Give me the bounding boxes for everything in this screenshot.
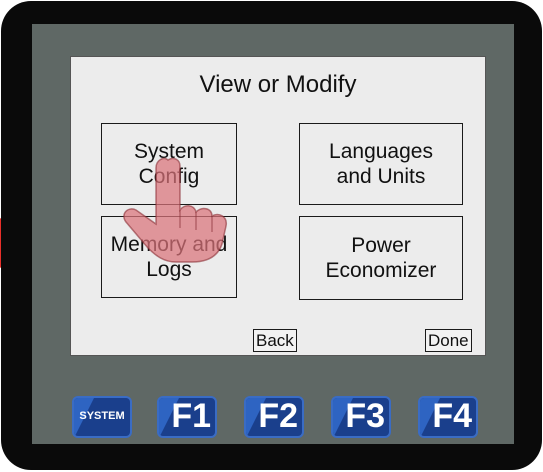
touch-screen: View or Modify System Config Languages a… [70,56,486,356]
f1-key-label: F1 [171,397,211,435]
languages-and-units-button[interactable]: Languages and Units [299,123,463,205]
page-title: View or Modify [199,71,357,98]
memory-and-logs-button[interactable]: Memory and Logs [101,216,237,298]
system-key-label: SYSTEM [79,410,125,422]
back-button[interactable]: Back [253,329,297,352]
f1-key[interactable]: F1 [157,396,217,438]
power-economizer-button[interactable]: Power Economizer [299,216,463,300]
f2-key[interactable]: F2 [244,396,304,438]
f4-key-label: F4 [432,397,472,435]
f3-key-label: F3 [345,397,385,435]
f2-key-label: F2 [258,397,298,435]
f3-key[interactable]: F3 [331,396,391,438]
done-button[interactable]: Done [425,329,472,352]
system-config-button[interactable]: System Config [101,123,237,205]
f4-key[interactable]: F4 [418,396,478,438]
system-key[interactable]: SYSTEM [72,396,132,438]
